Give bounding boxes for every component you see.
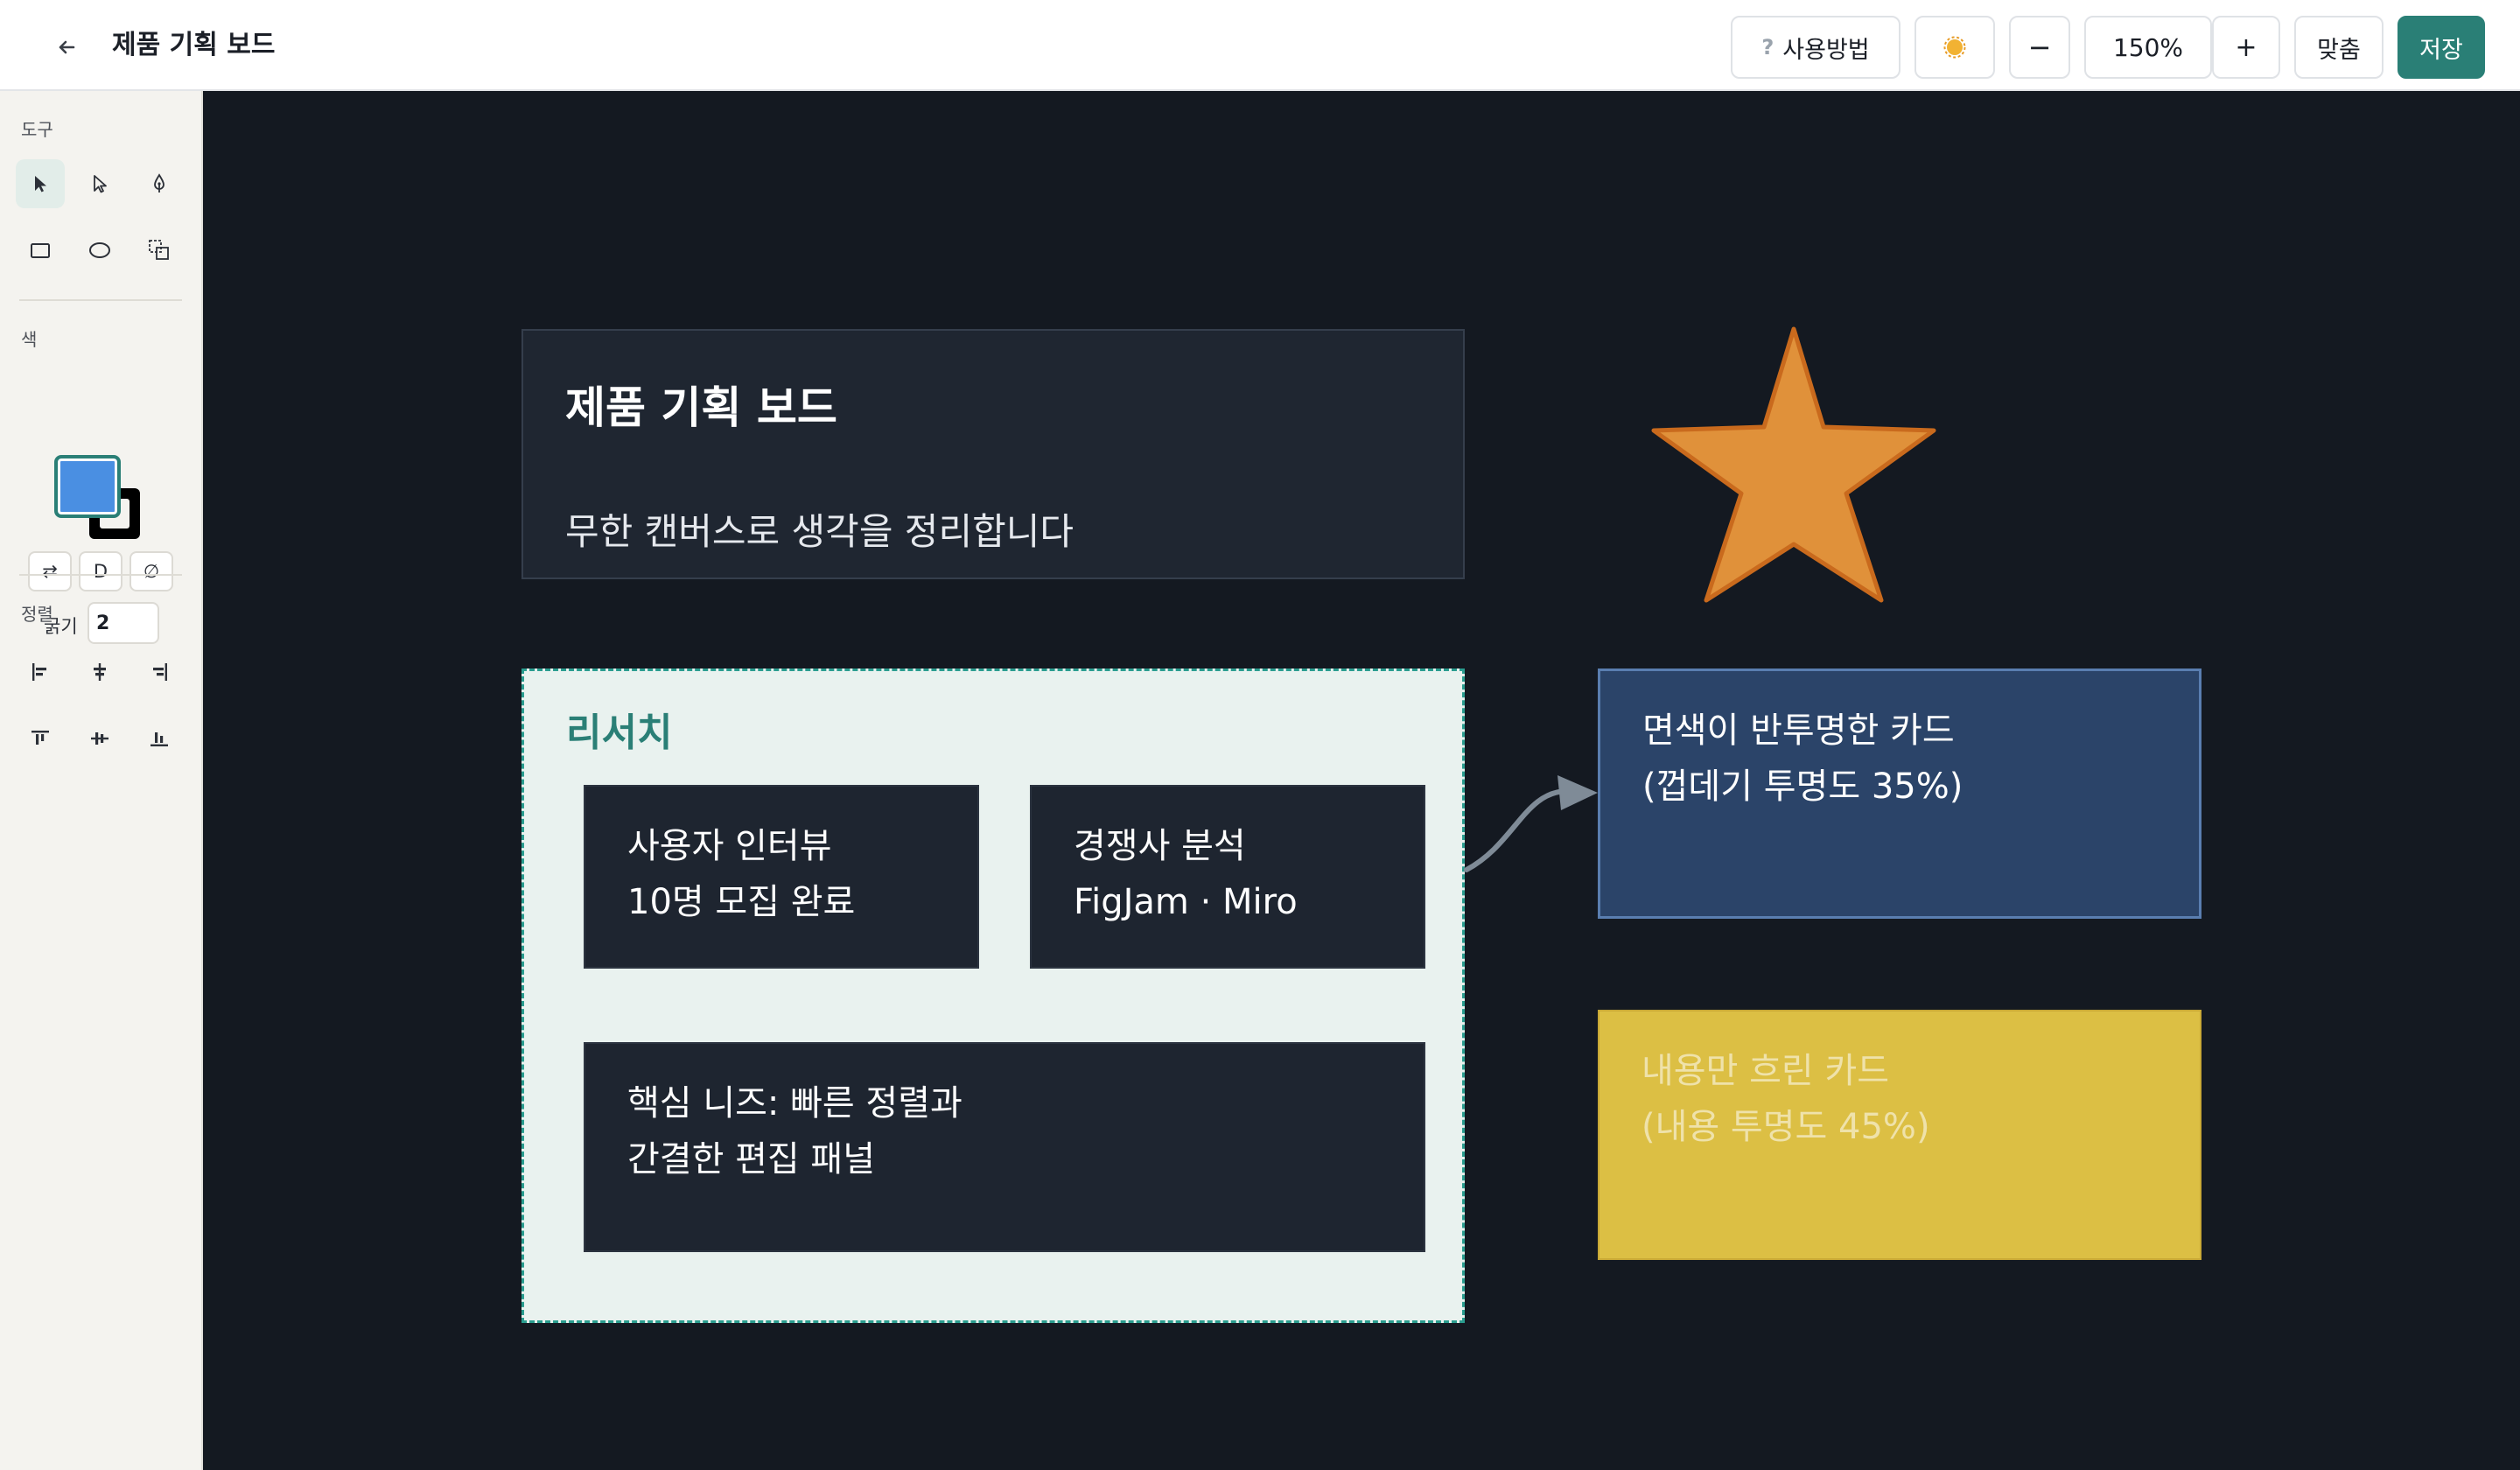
tool-select[interactable] [16,159,65,208]
tool-sidebar: 도구 색 ⇄ D ∅ 굵기 2 정렬 [0,91,203,1470]
tool-direct-select[interactable] [75,159,124,208]
back-button[interactable] [46,26,88,68]
default-colors-button[interactable]: D [79,551,122,592]
save-button[interactable]: 저장 [2398,16,2485,79]
document-title: 제품 기획 보드 [112,30,276,60]
card-text-line: 내용만 흐린 카드 [1642,1051,1890,1091]
faded-content-card[interactable]: 내용만 흐린 카드 (내용 투명도 45%) [1598,1010,2202,1260]
translucent-fill-card[interactable]: 면색이 반투명한 카드 (껍데기 투명도 35%) [1598,668,2202,919]
swap-colors-button[interactable]: ⇄ [28,551,72,592]
sun-icon [1943,36,1966,59]
cursor-filled-icon [35,176,46,192]
align-right-button[interactable] [135,648,184,696]
help-button[interactable]: ? 사용방법 [1731,16,1900,79]
cursor-outline-icon [94,175,107,193]
fill-color-swatch[interactable] [54,455,121,518]
top-bar: 제품 기획 보드 ? 사용방법 − 150% + 맞춤 저장 [0,0,2520,91]
align-right-icon [153,663,167,681]
align-section-label: 정렬 [21,604,53,625]
connector-arrow[interactable] [1464,788,1571,872]
sidebar-divider [19,574,182,576]
faded-card-content: 내용만 흐린 카드 (내용 투명도 45%) [1642,1043,2200,1155]
align-top-icon [32,731,49,745]
help-button-label: 사용방법 [1782,36,1870,64]
arrow-left-icon [59,40,75,54]
align-center-horizontal-button[interactable] [75,648,124,696]
zoom-in-button[interactable]: + [2212,16,2280,79]
no-color-button[interactable]: ∅ [130,551,173,592]
sidebar-divider [19,299,182,301]
arrowhead-icon [1558,775,1598,810]
tool-rectangle[interactable] [16,226,65,275]
align-bottom-icon [150,732,168,746]
card-text-line: 면색이 반투명한 카드 [1642,710,1955,751]
color-section-label: 색 [21,329,38,350]
whiteboard-canvas[interactable]: 제품 기획 보드 무한 캔버스로 생각을 정리합니다 리서치 사용자 인터뷰 1… [203,91,2520,1470]
card-text-line: (껍데기 투명도 35%) [1642,766,1964,807]
card-text-line: (내용 투명도 45%) [1642,1107,1930,1147]
fit-to-screen-button[interactable]: 맞춤 [2294,16,2384,79]
align-middle-button[interactable] [75,714,124,763]
stroke-width-input[interactable] [88,602,159,644]
ellipse-icon [89,242,110,258]
zoom-level-display: 150% [2084,16,2212,79]
tool-group[interactable] [135,226,184,275]
group-shapes-icon [149,240,169,260]
tool-pen[interactable] [135,159,184,208]
align-left-button[interactable] [16,648,65,696]
align-top-button[interactable] [16,714,65,763]
tool-ellipse[interactable] [75,226,124,275]
zoom-out-button[interactable]: − [2009,16,2070,79]
rectangle-icon [31,243,50,258]
align-left-icon [32,663,46,681]
question-icon: ? [1761,35,1774,60]
align-center-horizontal-icon [94,663,106,681]
theme-toggle-button[interactable] [1914,16,1995,79]
align-bottom-button[interactable] [135,714,184,763]
tools-section-label: 도구 [21,119,53,140]
align-middle-icon [91,732,108,745]
pen-nib-icon [154,173,164,192]
